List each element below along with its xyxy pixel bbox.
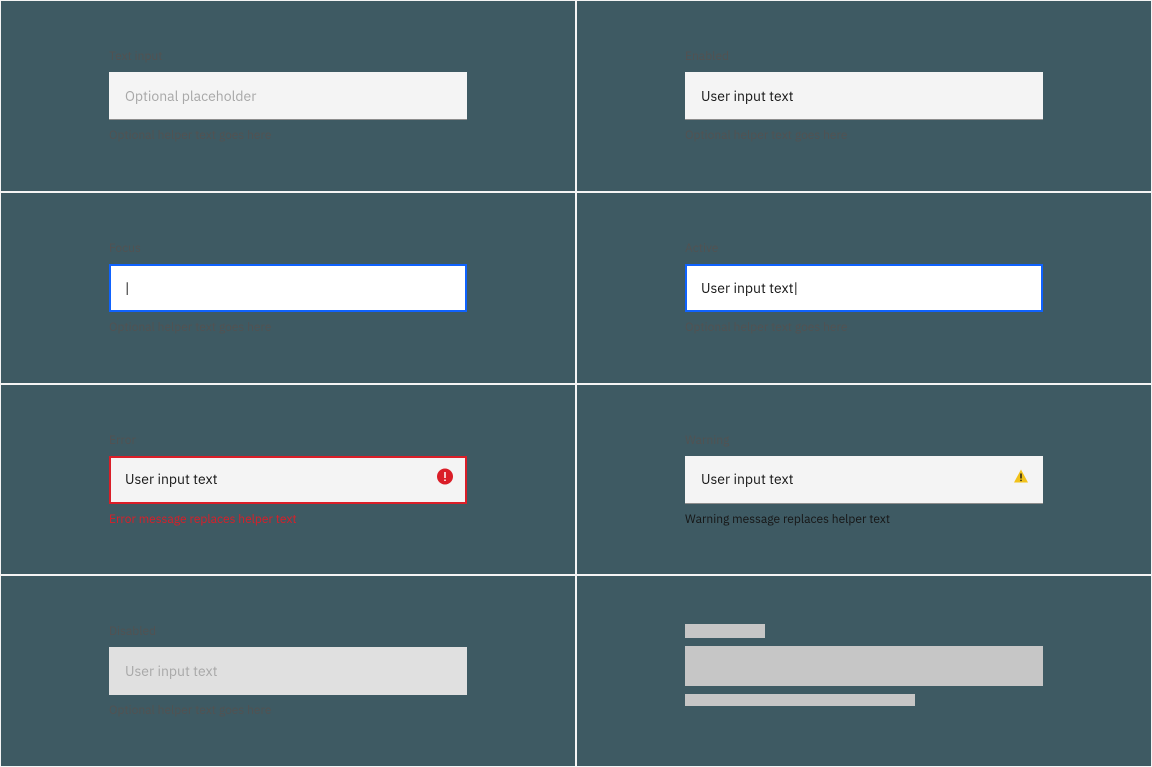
skeleton-input	[685, 646, 1043, 686]
text-input-wrapper	[109, 456, 467, 504]
input-label: Active	[685, 241, 1043, 256]
skeleton-label	[685, 624, 765, 638]
state-default-cell: Text input Optional helper text goes her…	[0, 0, 576, 192]
warning-text: Warning message replaces helper text	[685, 512, 1043, 527]
text-input-wrapper	[109, 264, 467, 312]
input-value: User input text	[701, 279, 794, 297]
input-label: Text input	[109, 49, 467, 64]
text-input-wrapper: User input text	[685, 264, 1043, 312]
helper-text: Optional helper text goes here	[685, 320, 1043, 335]
helper-text: Optional helper text goes here	[109, 128, 467, 143]
input-label: Focus	[109, 241, 467, 256]
text-input[interactable]: User input text	[685, 264, 814, 312]
input-label: Warning	[685, 433, 1043, 448]
error-text: Error message replaces helper text	[109, 512, 467, 527]
input-label: Enabled	[685, 49, 1043, 64]
text-input-wrapper	[685, 456, 1043, 504]
text-input[interactable]	[109, 264, 145, 312]
state-active-cell: Active User input text Optional helper t…	[576, 192, 1152, 384]
text-input[interactable]	[685, 72, 1043, 119]
state-focus-cell: Focus Optional helper text goes here	[0, 192, 576, 384]
text-input-wrapper	[109, 72, 467, 120]
text-input[interactable]	[109, 72, 467, 119]
input-label: Error	[109, 433, 467, 448]
text-input[interactable]	[685, 456, 1043, 503]
text-input[interactable]	[109, 456, 467, 503]
skeleton-helper	[685, 694, 915, 706]
text-input-states-grid: Text input Optional helper text goes her…	[0, 0, 1152, 767]
state-warning-cell: Warning Warning message replaces helper …	[576, 384, 1152, 576]
text-input-wrapper	[685, 72, 1043, 120]
text-input-disabled	[109, 647, 467, 695]
state-skeleton-cell	[576, 575, 1152, 767]
helper-text: Optional helper text goes here	[109, 703, 467, 718]
state-enabled-cell: Enabled Optional helper text goes here	[576, 0, 1152, 192]
state-disabled-cell: Disabled Optional helper text goes here	[0, 575, 576, 767]
text-input-wrapper	[109, 647, 467, 695]
helper-text: Optional helper text goes here	[685, 128, 1043, 143]
input-label: Disabled	[109, 624, 467, 639]
state-error-cell: Error Error message replaces helper text	[0, 384, 576, 576]
helper-text: Optional helper text goes here	[109, 320, 467, 335]
